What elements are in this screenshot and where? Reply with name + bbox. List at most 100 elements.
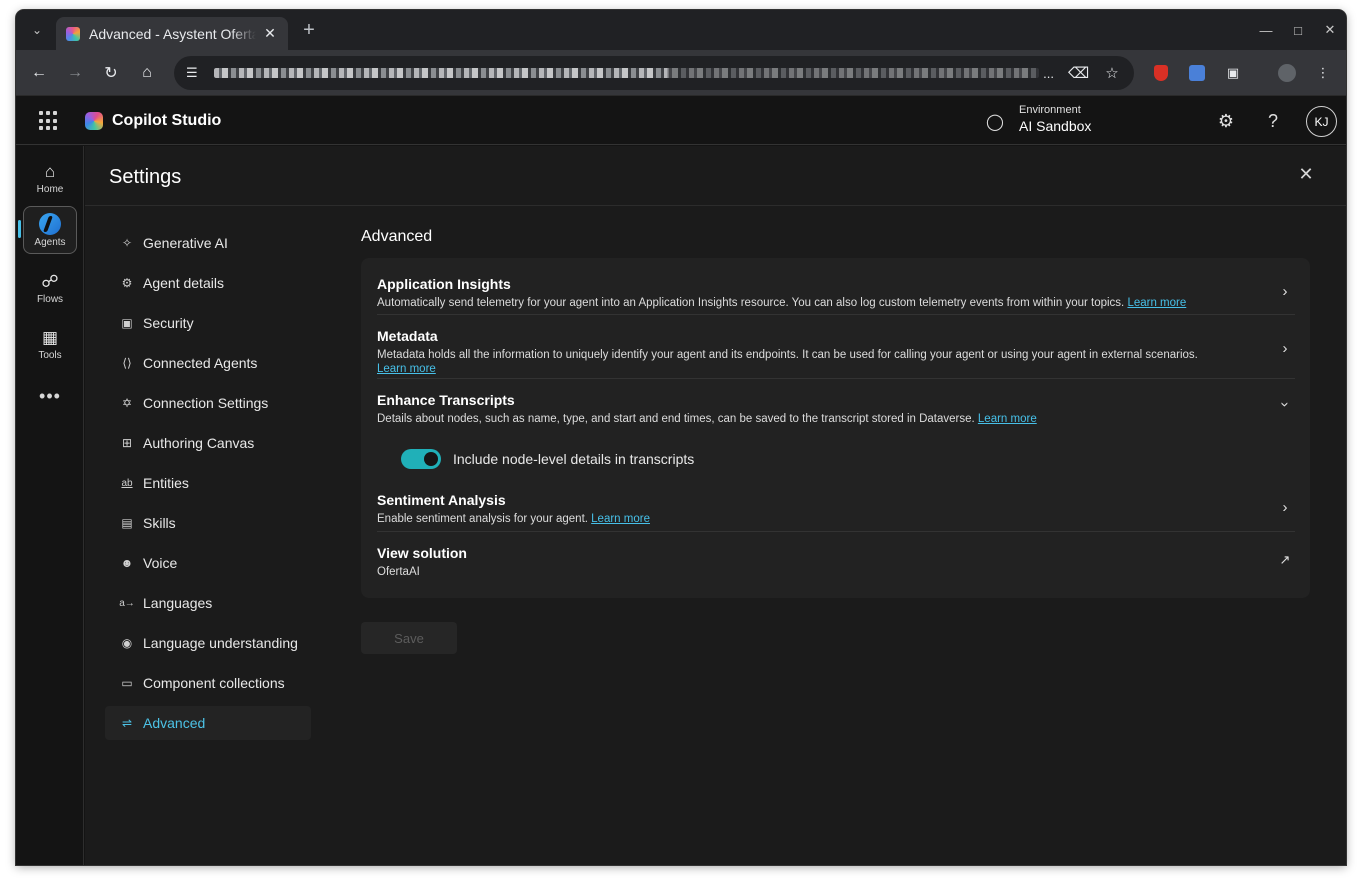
settings-panel: Settings ✕ ✧ Generative AI ⚙ Agent details…: [85, 146, 1346, 865]
close-icon[interactable]: ✕: [1294, 164, 1318, 185]
chevron-right-icon[interactable]: ›: [1275, 499, 1295, 516]
tools-icon: ▦: [41, 328, 59, 347]
chevron-right-icon[interactable]: ›: [1275, 283, 1295, 300]
learn-more-link[interactable]: Learn more: [591, 513, 650, 525]
translate-icon[interactable]: ⌫: [1068, 64, 1089, 82]
open-external-icon[interactable]: ↗: [1275, 552, 1295, 568]
learn-more-link[interactable]: Learn more: [978, 413, 1037, 425]
node-details-toggle[interactable]: [401, 449, 441, 469]
nav-label: Component collections: [143, 675, 285, 691]
extensions-puzzle-icon[interactable]: ▣: [1223, 63, 1243, 83]
metadata-row[interactable]: Metadata Metadata holds all the informat…: [377, 328, 1295, 376]
app-insights-row[interactable]: Application Insights Automatically send …: [377, 276, 1295, 310]
tab-strip: ⌄ Advanced - Asystent Oferta ✕ + — □ ✕: [16, 10, 1346, 50]
row-title: Enhance Transcripts: [377, 392, 515, 408]
sentiment-analysis-row[interactable]: Sentiment Analysis Enable sentiment anal…: [377, 492, 1295, 526]
active-indicator: [18, 220, 21, 238]
row-title: Application Insights: [377, 276, 511, 292]
nav-label: Authoring Canvas: [143, 435, 255, 451]
app-launcher-icon[interactable]: [39, 111, 59, 131]
chevron-right-icon[interactable]: ›: [1275, 340, 1295, 357]
nav-label: Connection Settings: [143, 395, 269, 411]
rail-item-agents[interactable]: Agents: [23, 206, 77, 254]
browser-menu-icon[interactable]: ⋮: [1313, 63, 1333, 83]
lock-icon: ▣: [121, 316, 133, 330]
learn-more-link[interactable]: Learn more: [1127, 297, 1186, 309]
flows-icon: ☍: [41, 272, 59, 291]
nav-item-authoring-canvas[interactable]: ⊞ Authoring Canvas: [105, 426, 311, 460]
nav-item-connection-settings[interactable]: ✡ Connection Settings: [105, 386, 311, 420]
maximize-icon[interactable]: □: [1282, 10, 1314, 50]
nav-item-advanced[interactable]: ⇌ Advanced: [105, 706, 311, 740]
nav-label: Voice: [143, 555, 178, 571]
settings-gear-icon[interactable]: ⚙: [1214, 109, 1238, 133]
app-header: Copilot Studio ◯ Environment AI Sandbox …: [16, 97, 1346, 145]
nav-item-generative-ai[interactable]: ✧ Generative AI: [105, 226, 311, 260]
nav-item-voice[interactable]: ☻ Voice: [105, 546, 311, 580]
profile-icon[interactable]: [1277, 63, 1297, 83]
node-details-toggle-row: Include node-level details in transcript…: [401, 449, 694, 469]
nav-item-skills[interactable]: ▤ Skills: [105, 506, 311, 540]
bookmark-star-icon[interactable]: ☆: [1102, 64, 1122, 82]
browser-toolbar: ← → ↻ ⌂ ☰ ... ⌫ ☆ ▣ ⋮: [16, 50, 1346, 96]
reload-icon[interactable]: ↻: [99, 61, 123, 85]
sliders-icon: ⇌: [121, 716, 133, 730]
rail-label-agents: Agents: [34, 236, 66, 248]
page-title: Settings: [109, 166, 182, 188]
chevron-down-icon[interactable]: ›: [1277, 395, 1294, 415]
row-desc: Automatically send telemetry for your ag…: [377, 296, 1295, 310]
agents-icon: [39, 212, 61, 235]
address-bar[interactable]: ☰ ... ⌫ ☆: [174, 56, 1134, 90]
environment-label: Environment: [1019, 104, 1081, 116]
url-ellipsis: ...: [1043, 65, 1054, 81]
nav-label: Advanced: [143, 715, 206, 731]
new-tab-button[interactable]: +: [298, 19, 320, 41]
back-arrow-icon[interactable]: ←: [27, 61, 51, 85]
solution-name: OfertaAI: [377, 566, 420, 578]
nav-item-agent-details[interactable]: ⚙ Agent details: [105, 266, 311, 300]
environment-icon[interactable]: ◯: [986, 112, 1004, 132]
rail-item-tools[interactable]: ▦ Tools: [23, 320, 77, 368]
enhance-transcripts-row[interactable]: Enhance Transcripts Details about nodes,…: [377, 392, 1295, 426]
nav-item-connected-agents[interactable]: ⟨⟩ Connected Agents: [105, 346, 311, 380]
extension-translate-icon[interactable]: [1187, 63, 1207, 83]
browser-tab-active[interactable]: Advanced - Asystent Oferta ✕: [56, 17, 288, 50]
copilot-logo-icon: [85, 112, 103, 130]
home-browser-icon[interactable]: ⌂: [135, 61, 159, 85]
tab-search-chevron-icon[interactable]: ⌄: [26, 19, 48, 41]
gear-icon: ⚙: [121, 276, 133, 290]
row-desc-text: Metadata holds all the information to un…: [377, 349, 1198, 361]
app-name[interactable]: Copilot Studio: [112, 112, 221, 130]
row-title: Sentiment Analysis: [377, 492, 506, 508]
save-button[interactable]: Save: [361, 622, 457, 654]
environment-value[interactable]: AI Sandbox: [1019, 118, 1091, 134]
nav-item-component-collections[interactable]: ▭ Component collections: [105, 666, 311, 700]
more-icon[interactable]: •••: [23, 386, 77, 407]
home-icon: ⌂: [44, 162, 56, 181]
rail-item-flows[interactable]: ☍ Flows: [23, 264, 77, 312]
nav-item-security[interactable]: ▣ Security: [105, 306, 311, 340]
nav-item-languages[interactable]: a→ Languages: [105, 586, 311, 620]
toggle-label: Include node-level details in transcript…: [453, 451, 695, 467]
site-settings-icon[interactable]: ☰: [186, 65, 204, 81]
forward-arrow-icon[interactable]: →: [63, 61, 87, 85]
code-icon: ⟨⟩: [122, 356, 132, 370]
tab-close-icon[interactable]: ✕: [262, 25, 278, 42]
rail-label-tools: Tools: [38, 350, 62, 361]
nav-label: Connected Agents: [143, 355, 258, 371]
rail-label-home: Home: [36, 184, 64, 195]
help-icon[interactable]: ?: [1261, 109, 1285, 133]
sparkle-icon: ✧: [121, 236, 133, 250]
voice-icon: ☻: [120, 556, 134, 570]
avatar[interactable]: KJ: [1306, 106, 1337, 137]
view-solution-row[interactable]: View solution OfertaAI ↗: [377, 545, 1295, 579]
nav-item-language-understanding[interactable]: ◉ Language understanding: [105, 626, 311, 660]
learn-more-link[interactable]: Learn more: [377, 363, 436, 375]
window-close-icon[interactable]: ✕: [1314, 10, 1346, 50]
row-desc-text: Automatically send telemetry for your ag…: [377, 297, 1125, 309]
extension-shield-icon[interactable]: [1151, 63, 1171, 83]
nav-item-entities[interactable]: ab Entities: [105, 466, 311, 500]
minimize-icon[interactable]: —: [1250, 10, 1282, 50]
copilot-favicon-icon: [66, 26, 80, 41]
rail-item-home[interactable]: ⌂ Home: [23, 154, 77, 202]
